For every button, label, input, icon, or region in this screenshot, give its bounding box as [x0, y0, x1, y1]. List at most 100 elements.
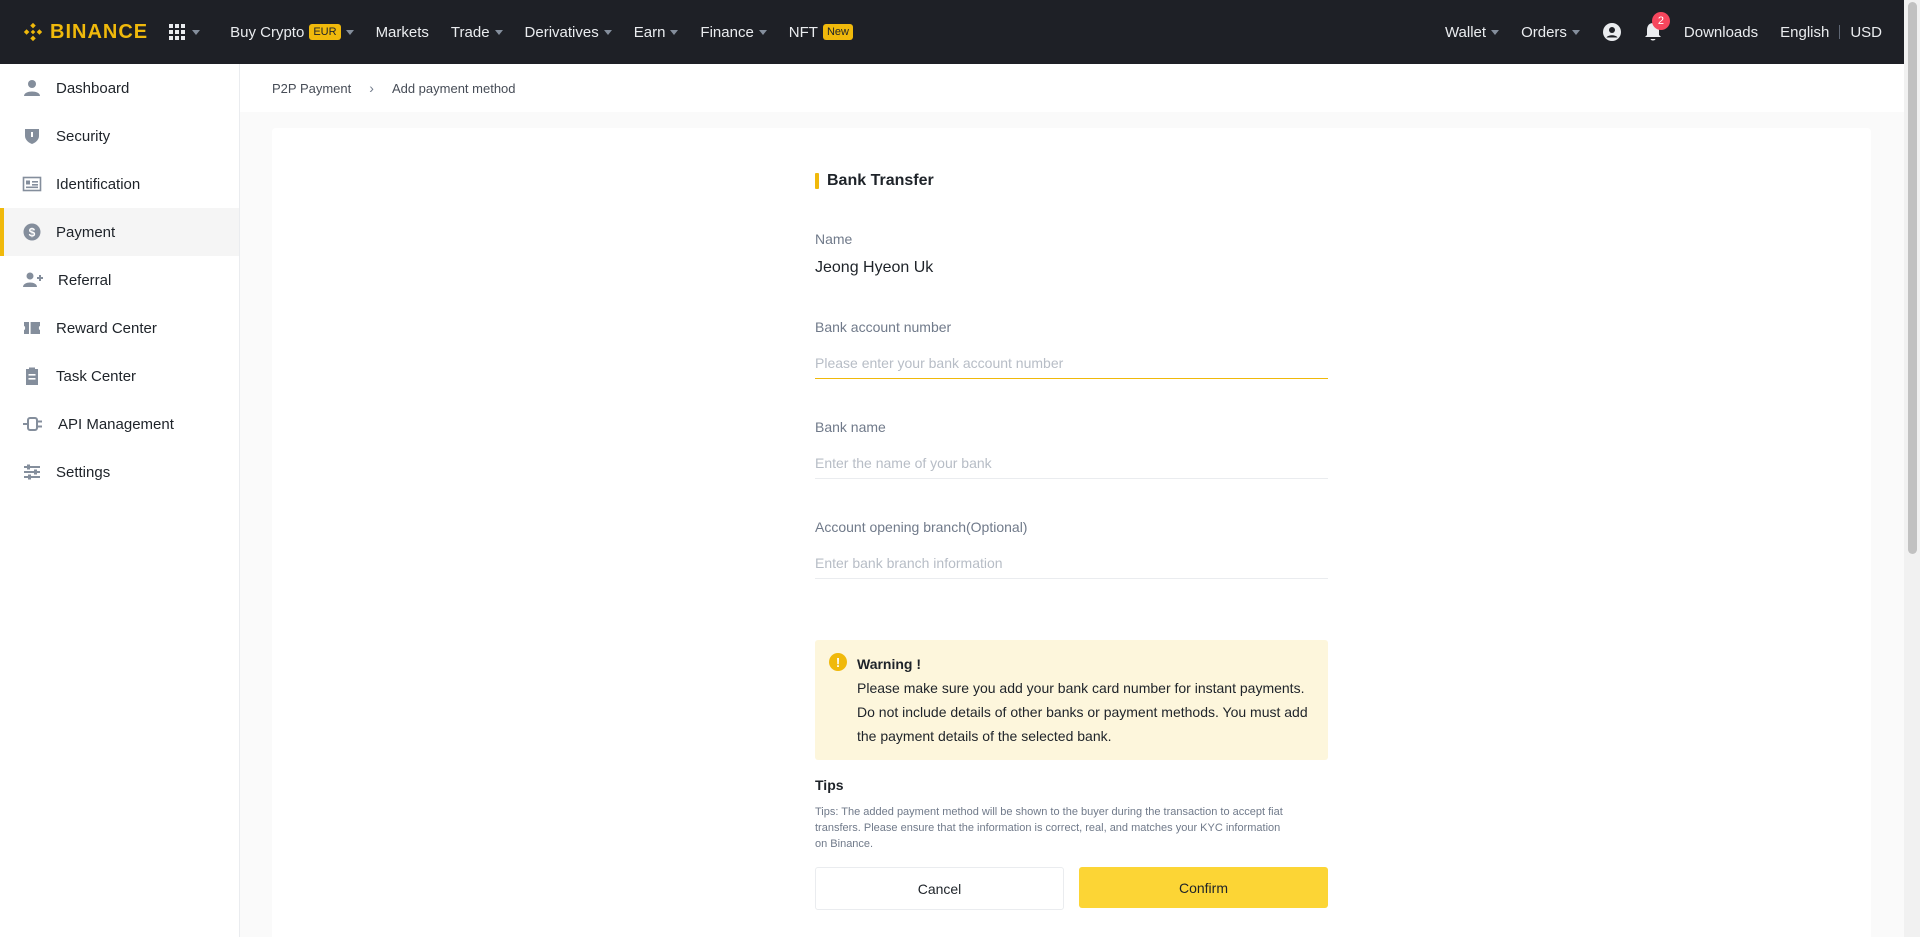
warning-icon: !	[829, 653, 847, 671]
id-card-icon	[22, 176, 42, 192]
branch-input[interactable]	[815, 547, 1328, 579]
notifications-button[interactable]: 2	[1644, 12, 1670, 42]
sidebar-item-label: Task Center	[56, 367, 137, 385]
nav-orders[interactable]: Orders	[1521, 24, 1580, 41]
sidebar-item-label: Reward Center	[56, 319, 157, 337]
chevron-down-icon	[345, 29, 354, 35]
chevron-down-icon	[670, 29, 679, 35]
sidebar-item-label: Identification	[56, 175, 141, 193]
user-icon	[24, 80, 40, 96]
warning-line-3: the payment details of the selected bank…	[857, 728, 1112, 744]
sidebar-item-label: Dashboard	[56, 79, 130, 97]
sidebar-item-label: API Management	[58, 415, 174, 433]
apps-menu-button[interactable]	[168, 23, 201, 41]
language-label: English	[1780, 23, 1830, 41]
sidebar-item-api-management[interactable]: API Management	[0, 400, 239, 448]
top-navbar: BINANCE Buy Crypto EUR Markets Trade Der…	[0, 0, 1904, 64]
shield-icon	[25, 129, 39, 144]
chevron-down-icon	[494, 29, 503, 35]
nav-buy-crypto-label: Buy Crypto	[230, 23, 305, 41]
chevron-down-icon	[192, 29, 201, 35]
name-value: Jeong Hyeon Uk	[815, 259, 934, 276]
new-badge: New	[822, 24, 853, 40]
currency-badge: EUR	[309, 24, 341, 40]
nav-nft-label: NFT	[788, 23, 818, 41]
breadcrumb-p2p-payment[interactable]: P2P Payment	[272, 81, 351, 96]
currency-label: USD	[1850, 23, 1882, 41]
tips-text: Tips: The added payment method will be s…	[815, 806, 1283, 850]
ticket-icon	[24, 322, 40, 334]
api-icon	[23, 417, 42, 431]
nav-divider	[1839, 25, 1841, 39]
nav-right-group: Wallet Orders 2 Downloads English USD	[1423, 12, 1882, 42]
warning-line-2: Do not include details of other banks or…	[857, 704, 1308, 720]
sidebar-item-identification[interactable]: Identification	[0, 160, 239, 208]
chevron-down-icon	[1491, 29, 1500, 35]
scrollbar-thumb[interactable]	[1908, 2, 1917, 554]
profile-button[interactable]	[1602, 22, 1622, 42]
breadcrumb-current: Add payment method	[391, 80, 516, 96]
chevron-down-icon	[758, 29, 767, 35]
binance-logo[interactable]: BINANCE	[22, 21, 148, 44]
sidebar-item-task-center[interactable]: Task Center	[0, 352, 239, 400]
sliders-icon	[24, 464, 40, 480]
warning-text: Warning ! Please make sure you add your …	[857, 652, 1308, 750]
bank-name-input[interactable]	[815, 447, 1328, 479]
language-selector[interactable]: English	[1780, 24, 1829, 41]
nav-orders-label: Orders	[1521, 23, 1567, 41]
warning-title: Warning !	[857, 656, 922, 672]
page-scrollbar[interactable]	[1904, 0, 1920, 937]
chevron-down-icon	[1571, 29, 1580, 35]
nav-earn[interactable]: Earn	[634, 24, 679, 41]
chevron-right-icon: ›	[369, 80, 374, 96]
sidebar-item-reward-center[interactable]: Reward Center	[0, 304, 239, 352]
nav-trade[interactable]: Trade	[451, 24, 503, 41]
nav-derivatives[interactable]: Derivatives	[525, 24, 612, 41]
nav-finance[interactable]: Finance	[700, 23, 767, 41]
nav-markets-label: Markets	[375, 23, 429, 41]
sidebar-item-settings[interactable]: Settings	[0, 448, 239, 496]
nav-nft[interactable]: NFT New	[789, 24, 853, 41]
breadcrumb: P2P Payment › Add payment method	[240, 64, 1904, 112]
sidebar-item-label: Referral	[58, 271, 112, 289]
nav-finance-label: Finance	[700, 23, 754, 41]
sidebar-item-security[interactable]: Security	[0, 112, 239, 160]
currency-selector[interactable]: USD	[1850, 24, 1882, 41]
nav-buy-crypto[interactable]: Buy Crypto EUR	[230, 23, 354, 41]
branch-label: Account opening branch(Optional)	[815, 519, 1028, 535]
bank-name-label: Bank name	[815, 419, 886, 435]
bank-account-number-input[interactable]	[815, 347, 1328, 379]
nav-wallet[interactable]: Wallet	[1444, 23, 1500, 41]
nav-derivatives-label: Derivatives	[524, 23, 599, 41]
notification-count-badge: 2	[1651, 12, 1670, 30]
form-title-text: Bank Transfer	[827, 172, 934, 189]
sidebar-item-label: Settings	[56, 463, 111, 481]
tips-title: Tips	[815, 777, 844, 793]
bank-account-number-label: Bank account number	[815, 319, 952, 335]
sidebar-item-referral[interactable]: Referral	[0, 256, 239, 304]
name-label: Name	[815, 231, 853, 247]
nav-downloads[interactable]: Downloads	[1684, 24, 1758, 41]
clipboard-icon	[26, 367, 38, 385]
form-title: Bank Transfer	[815, 172, 934, 190]
nav-markets[interactable]: Markets	[376, 24, 429, 41]
binance-logo-icon	[23, 22, 43, 42]
profile-icon	[1602, 23, 1621, 41]
chevron-down-icon	[603, 29, 612, 35]
grid-icon	[169, 24, 186, 40]
warning-line-1: Please make sure you add your bank card …	[857, 680, 1305, 696]
svg-text:$: $	[29, 226, 36, 240]
nav-downloads-label: Downloads	[1683, 23, 1759, 41]
sidebar-item-dashboard[interactable]: Dashboard	[0, 64, 239, 112]
sidebar-item-payment[interactable]: $ Payment	[0, 208, 239, 256]
dollar-icon: $	[23, 223, 41, 241]
sidebar: Dashboard Security Identification $ Paym…	[0, 64, 240, 937]
brand-name: BINANCE	[50, 20, 149, 43]
nav-earn-label: Earn	[633, 23, 666, 41]
confirm-button[interactable]: Confirm	[1079, 867, 1328, 908]
add-user-icon	[23, 272, 43, 287]
nav-wallet-label: Wallet	[1444, 23, 1487, 41]
cancel-button[interactable]: Cancel	[815, 867, 1064, 910]
title-accent-bar	[815, 173, 819, 189]
nav-trade-label: Trade	[450, 23, 490, 41]
